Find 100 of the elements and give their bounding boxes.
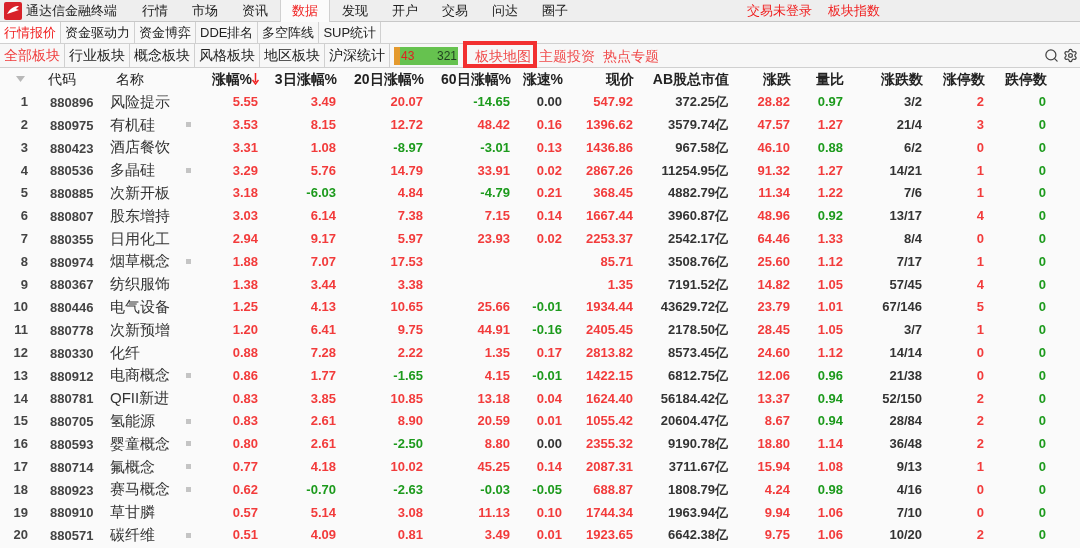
search-icon[interactable]: [1044, 48, 1059, 63]
table-cell-text: 1.12: [817, 252, 843, 271]
sector-tab[interactable]: 沪深统计: [325, 43, 390, 68]
table-cell-text: 0.14: [536, 207, 562, 226]
table-cell-text: 4/16: [896, 480, 922, 499]
sector-name[interactable]: 烟草概念: [110, 250, 170, 273]
column-header[interactable]: 60日涨幅%: [440, 68, 511, 90]
table-cell-text: 1055.42: [586, 412, 633, 431]
row-number: 17: [12, 458, 29, 476]
sector-name[interactable]: 有机硅: [110, 113, 155, 137]
table-cell-text: 1.27: [817, 116, 843, 135]
column-header[interactable]: 量比: [816, 68, 844, 90]
sector-name[interactable]: 氢能源: [110, 409, 155, 433]
sub-tab[interactable]: 资金驱动力: [61, 22, 135, 43]
table-cell-text: 46.10: [757, 138, 790, 157]
menu-item[interactable]: 交易: [430, 0, 480, 22]
row-number: 16: [12, 435, 29, 454]
table-cell-text: 2.94: [232, 230, 258, 249]
table-cell-text: 4.18: [310, 458, 336, 476]
table-cell-text: 2253.37: [586, 230, 633, 249]
sector-tab[interactable]: 全部板块: [0, 43, 65, 68]
table-cell-text: 4: [976, 207, 984, 226]
table-cell-text: 85.71: [600, 252, 633, 271]
table-cell-text: 10.85: [390, 389, 423, 408]
table-cell-text: 0.77: [232, 458, 258, 476]
menu-item[interactable]: 资讯: [230, 0, 280, 22]
menu-item[interactable]: 数据: [280, 0, 330, 22]
sub-tab[interactable]: DDE排名: [196, 22, 259, 43]
column-header[interactable]: 涨跌: [763, 68, 791, 90]
sector-name[interactable]: 日用化工: [110, 227, 170, 251]
column-header[interactable]: 名称: [116, 68, 144, 90]
sector-name[interactable]: 次新预增: [110, 318, 170, 342]
column-header[interactable]: 涨速%: [522, 68, 563, 90]
table-cell-text: 0.51: [232, 526, 258, 545]
table-cell-text: 2.22: [397, 344, 423, 362]
table-cell-text: -0.03: [480, 480, 510, 499]
menu-item[interactable]: 开户: [380, 0, 430, 22]
table-cell-text: 23.79: [757, 298, 790, 317]
column-header[interactable]: 20日涨幅%: [353, 68, 424, 90]
breadth-count: 43: [400, 49, 415, 62]
sector-name[interactable]: 化纤: [110, 341, 140, 364]
table-cell-text: 3.03: [232, 207, 258, 226]
table-cell-text: 0: [976, 366, 984, 385]
sector-code: 880355: [49, 231, 94, 247]
sector-name[interactable]: QFII新进: [110, 387, 170, 410]
sub-tab[interactable]: 行情报价: [0, 22, 61, 43]
column-header[interactable]: 代码: [48, 68, 76, 90]
column-header[interactable]: 涨停数: [943, 68, 985, 90]
sector-name[interactable]: 电气设备: [110, 295, 170, 319]
column-header[interactable]: 跌停数: [1005, 68, 1047, 90]
feature-link[interactable]: 主题投资: [536, 45, 598, 67]
column-header[interactable]: 现价: [606, 68, 634, 90]
sector-tab[interactable]: 风格板块: [195, 43, 260, 68]
column-header[interactable]: 3日涨幅%: [274, 68, 337, 90]
table-cell-text: 1.27: [817, 161, 843, 180]
table-cell-text: 3711.67亿: [668, 458, 728, 476]
sector-code: 880367: [49, 277, 94, 293]
table-cell-text: 6812.75亿: [668, 366, 728, 385]
sector-name[interactable]: 赛马概念: [110, 478, 170, 501]
status-link[interactable]: 板块指数: [828, 0, 880, 21]
sector-tab[interactable]: 地区板块: [260, 43, 325, 68]
sector-name[interactable]: 多晶硅: [110, 159, 155, 182]
menu-item[interactable]: 市场: [180, 0, 230, 22]
menu-item[interactable]: 圈子: [530, 0, 580, 22]
column-header[interactable]: 涨幅%: [211, 68, 252, 90]
menu-item[interactable]: 行情: [130, 0, 180, 22]
sector-name[interactable]: 纺织服饰: [110, 273, 170, 296]
sub-tab[interactable]: 资金博弈: [135, 22, 196, 43]
status-link[interactable]: 交易未登录: [747, 0, 812, 21]
sector-name[interactable]: 碳纤维: [110, 523, 155, 547]
table-cell-text: 21/38: [889, 366, 922, 385]
sector-name[interactable]: 草甘膦: [110, 501, 155, 524]
menu-item[interactable]: 发现: [330, 0, 380, 22]
table-cell-text: 9.17: [310, 230, 336, 249]
settings-icon[interactable]: [1063, 48, 1078, 63]
table-cell-text: 0.13: [536, 138, 562, 157]
sector-name[interactable]: 次新开板: [110, 181, 170, 205]
sector-name[interactable]: 酒店餐饮: [110, 136, 170, 159]
row-number: 19: [12, 503, 29, 522]
row-number: 1: [19, 93, 29, 112]
sector-code: 880975: [49, 117, 94, 133]
table-cell-text: 0: [1038, 412, 1046, 431]
feature-link[interactable]: 板块地图: [472, 45, 534, 67]
menu-item[interactable]: 问达: [480, 0, 530, 22]
sub-tab[interactable]: SUP统计: [319, 22, 382, 43]
sector-tab[interactable]: 概念板块: [130, 43, 195, 68]
sector-name[interactable]: 氟概念: [110, 455, 155, 478]
table-cell-text: 1963.94亿: [668, 503, 728, 522]
sub-tab[interactable]: 多空阵线: [258, 22, 320, 43]
table-cell-text: 52/150: [882, 389, 922, 408]
sector-tab[interactable]: 行业板块: [65, 43, 130, 68]
table-cell-text: 2813.82: [586, 344, 633, 362]
table-cell-text: 0.81: [397, 526, 423, 545]
sector-name[interactable]: 风险提示: [110, 90, 170, 114]
column-header[interactable]: AB股总市值: [652, 68, 729, 90]
column-header[interactable]: 涨跌数: [881, 68, 923, 90]
sector-name[interactable]: 婴童概念: [110, 432, 170, 456]
sector-name[interactable]: 股东增持: [110, 204, 170, 228]
sector-name[interactable]: 电商概念: [110, 364, 170, 387]
table-cell-text: 7.15: [484, 207, 510, 226]
